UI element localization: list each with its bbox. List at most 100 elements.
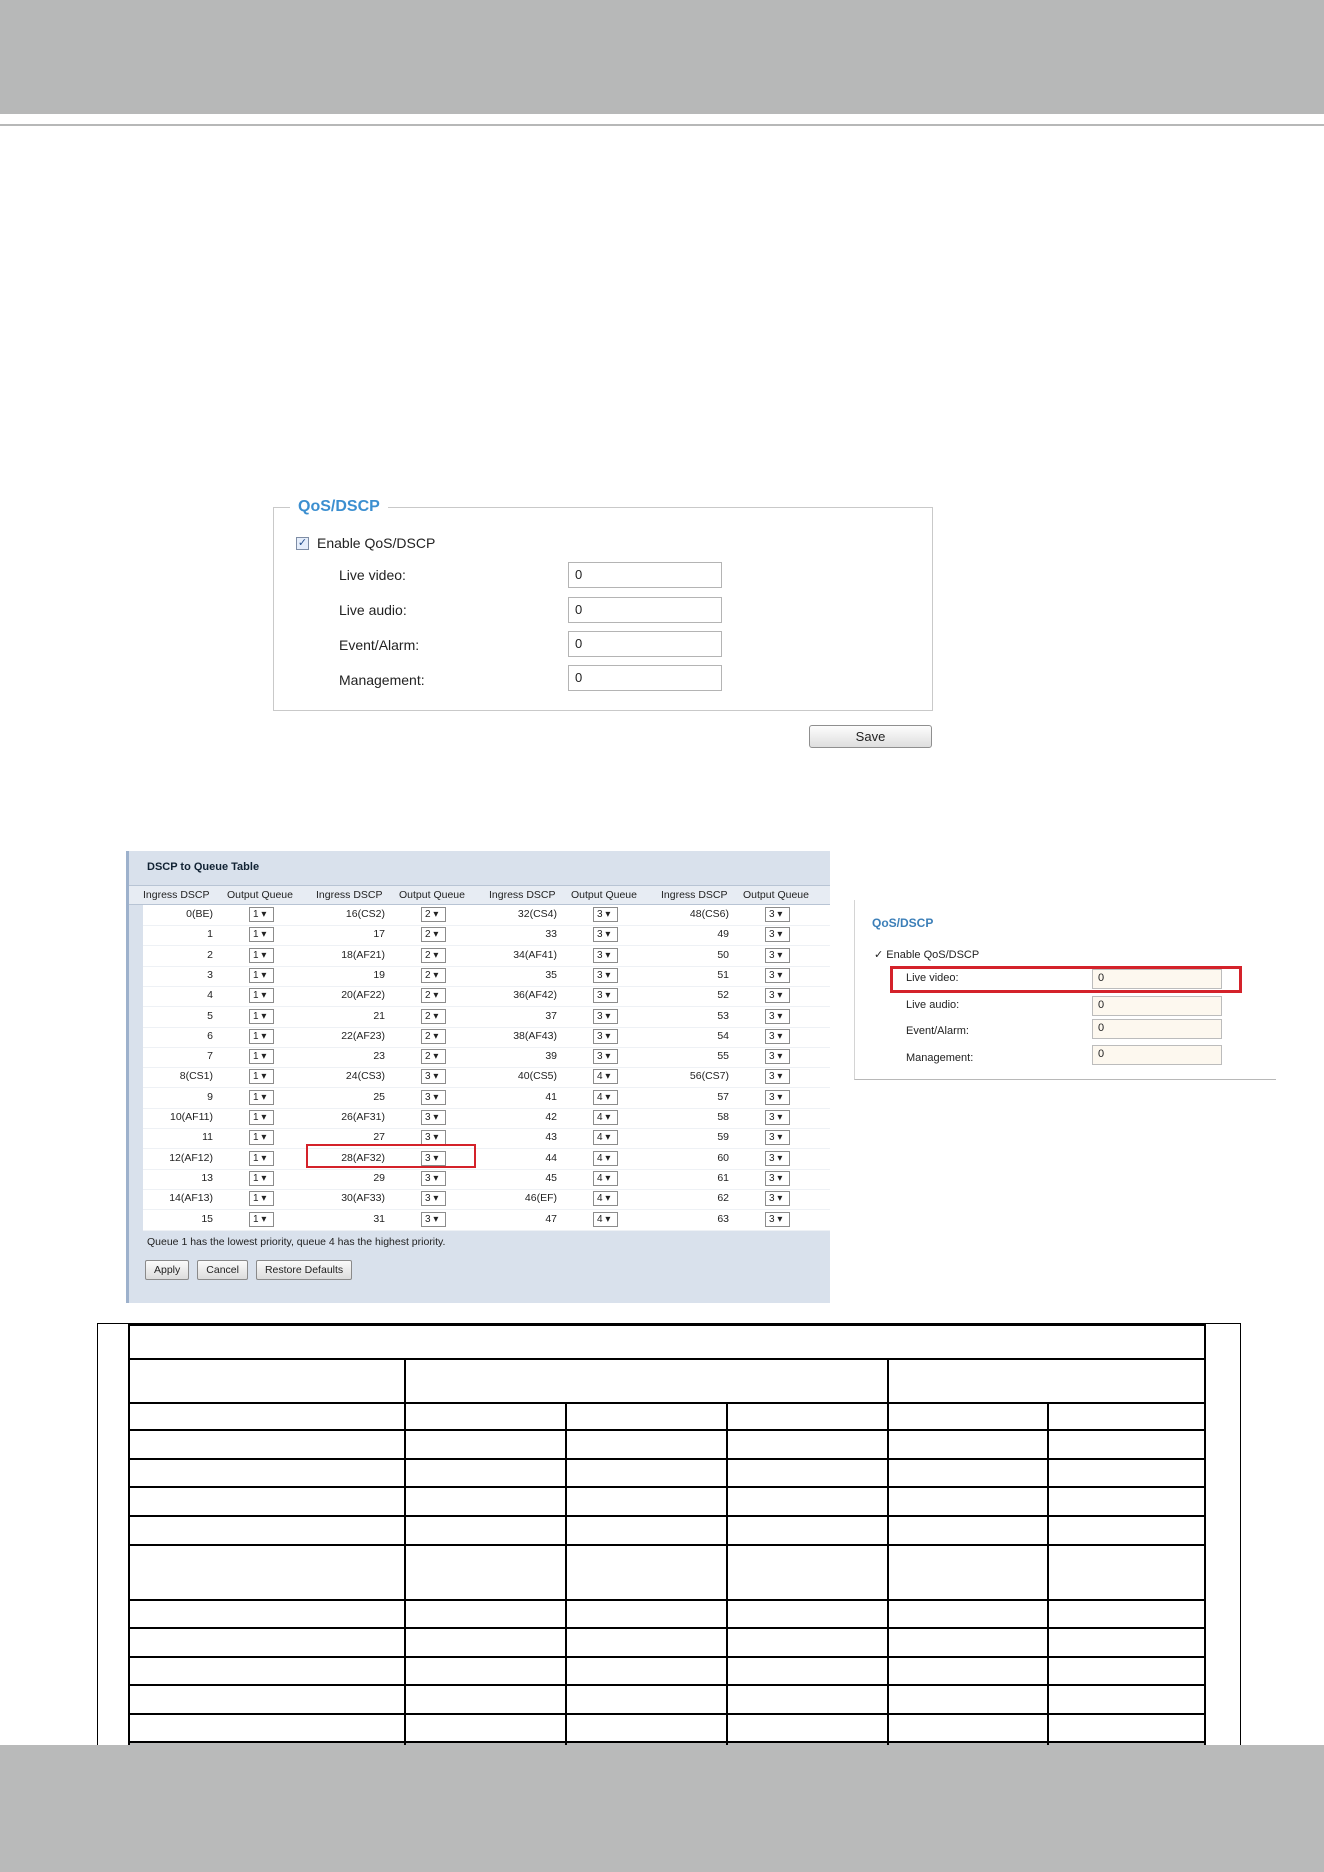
dropdown-arrow-icon: ▾ bbox=[602, 1213, 611, 1225]
event-alarm-input[interactable]: 0 bbox=[568, 631, 722, 657]
output-queue-select[interactable]: 3 ▾ bbox=[421, 1170, 446, 1186]
live-video-input[interactable]: 0 bbox=[568, 562, 722, 588]
output-queue-select[interactable]: 1 ▾ bbox=[249, 1049, 274, 1065]
output-queue-select[interactable]: 2 ▾ bbox=[421, 1008, 446, 1024]
apply-button[interactable]: Apply bbox=[145, 1260, 190, 1280]
output-queue-select[interactable]: 1 ▾ bbox=[249, 1028, 274, 1044]
output-queue-select[interactable]: 4 ▾ bbox=[593, 1069, 618, 1085]
header-output-queue: Output Queue bbox=[571, 889, 637, 901]
output-queue-select[interactable]: 2 ▾ bbox=[421, 1049, 446, 1065]
dscp-row: 8(CS1) 1 ▾ 24(CS3) 3 ▾ 40(CS5) 4 ▾ 56(CS7) 3 ▾ bbox=[143, 1067, 830, 1089]
output-queue-select[interactable]: 3 ▾ bbox=[593, 1028, 618, 1044]
dropdown-arrow-icon: ▾ bbox=[602, 969, 611, 981]
output-queue-select[interactable]: 4 ▾ bbox=[593, 1150, 618, 1166]
event-alarm-input-small[interactable]: 0 bbox=[1092, 1019, 1222, 1039]
output-queue-select[interactable]: 3 ▾ bbox=[593, 907, 618, 922]
output-queue-select[interactable]: 3 ▾ bbox=[593, 967, 618, 983]
output-queue-select[interactable]: 3 ▾ bbox=[765, 1170, 790, 1186]
dropdown-arrow-icon: ▾ bbox=[430, 1172, 439, 1184]
output-queue-select[interactable]: 4 ▾ bbox=[593, 1211, 618, 1227]
output-queue-select[interactable]: 3 ▾ bbox=[421, 1191, 446, 1207]
output-queue-select[interactable]: 1 ▾ bbox=[249, 1069, 274, 1085]
output-queue-select[interactable]: 3 ▾ bbox=[593, 927, 618, 943]
ingress-dscp-cell: 60 bbox=[717, 1151, 729, 1164]
enable-qos-checkbox[interactable]: ✓ bbox=[296, 536, 309, 550]
output-queue-select[interactable]: 3 ▾ bbox=[421, 1211, 446, 1227]
output-queue-select[interactable]: 1 ▾ bbox=[249, 1150, 274, 1166]
output-queue-select[interactable]: 4 ▾ bbox=[593, 1089, 618, 1105]
live-audio-input[interactable]: 0 bbox=[568, 597, 722, 623]
output-queue-select[interactable]: 1 ▾ bbox=[249, 988, 274, 1004]
output-queue-select[interactable]: 2 ▾ bbox=[421, 1028, 446, 1044]
output-queue-select[interactable]: 1 ▾ bbox=[249, 1008, 274, 1024]
output-queue-select[interactable]: 3 ▾ bbox=[765, 967, 790, 983]
output-queue-select[interactable]: 3 ▾ bbox=[765, 1150, 790, 1166]
dropdown-arrow-icon: ▾ bbox=[258, 1152, 267, 1164]
output-queue-select[interactable]: 3 ▾ bbox=[765, 1191, 790, 1207]
output-queue-select[interactable]: 3 ▾ bbox=[765, 927, 790, 943]
output-queue-select[interactable]: 3 ▾ bbox=[765, 907, 790, 922]
cancel-button[interactable]: Cancel bbox=[197, 1260, 248, 1280]
output-queue-select[interactable]: 3 ▾ bbox=[421, 1069, 446, 1085]
output-queue-select[interactable]: 3 ▾ bbox=[593, 1008, 618, 1024]
output-queue-select[interactable]: 3 ▾ bbox=[765, 1211, 790, 1227]
dropdown-arrow-icon: ▾ bbox=[774, 949, 783, 961]
output-queue-select[interactable]: 3 ▾ bbox=[765, 1089, 790, 1105]
output-queue-select[interactable]: 3 ▾ bbox=[593, 988, 618, 1004]
ingress-dscp-cell: 1 bbox=[207, 928, 213, 941]
dropdown-arrow-icon: ▾ bbox=[430, 1132, 439, 1144]
output-queue-select[interactable]: 2 ▾ bbox=[421, 967, 446, 983]
output-queue-select[interactable]: 3 ▾ bbox=[765, 1069, 790, 1085]
output-queue-select[interactable]: 3 ▾ bbox=[765, 1028, 790, 1044]
output-queue-select[interactable]: 3 ▾ bbox=[765, 1110, 790, 1125]
output-queue-select[interactable]: 2 ▾ bbox=[421, 988, 446, 1004]
qos-dscp-title-small: QoS/DSCP bbox=[872, 916, 934, 930]
dscp-row: 0(BE) 1 ▾ 16(CS2) 2 ▾ 32(CS4) 3 ▾ 48(CS6) 3 ▾ bbox=[143, 905, 830, 926]
dropdown-arrow-icon: ▾ bbox=[258, 1010, 267, 1022]
output-queue-select[interactable]: 3 ▾ bbox=[421, 1110, 446, 1125]
output-queue-select[interactable]: 1 ▾ bbox=[249, 967, 274, 983]
ingress-dscp-cell: 26(AF31) bbox=[341, 1111, 385, 1123]
ingress-dscp-cell: 4 bbox=[207, 989, 213, 1002]
table-row bbox=[127, 1599, 1206, 1629]
live-audio-input-small[interactable]: 0 bbox=[1092, 996, 1222, 1016]
output-queue-select[interactable]: 1 ▾ bbox=[249, 1089, 274, 1105]
output-queue-select[interactable]: 1 ▾ bbox=[249, 1211, 274, 1227]
output-queue-select[interactable]: 4 ▾ bbox=[593, 1110, 618, 1125]
dscp-row: 13 1 ▾ 29 3 ▾ 45 4 ▾ 61 3 ▾ bbox=[143, 1169, 830, 1190]
header-output-queue: Output Queue bbox=[743, 889, 809, 901]
dropdown-arrow-icon: ▾ bbox=[774, 1213, 783, 1225]
output-queue-select[interactable]: 1 ▾ bbox=[249, 1191, 274, 1207]
output-queue-select[interactable]: 1 ▾ bbox=[249, 1170, 274, 1186]
enable-qos-small[interactable]: ✓ Enable QoS/DSCP bbox=[874, 948, 979, 961]
output-queue-select[interactable]: 4 ▾ bbox=[593, 1191, 618, 1207]
output-queue-select[interactable]: 2 ▾ bbox=[421, 947, 446, 963]
enable-qos-row[interactable]: ✓ Enable QoS/DSCP bbox=[296, 535, 435, 551]
management-input-small[interactable]: 0 bbox=[1092, 1045, 1222, 1065]
output-queue-select[interactable]: 3 ▾ bbox=[593, 1049, 618, 1065]
ingress-dscp-cell: 39 bbox=[545, 1050, 557, 1063]
output-queue-select[interactable]: 3 ▾ bbox=[765, 947, 790, 963]
output-queue-select[interactable]: 1 ▾ bbox=[249, 1110, 274, 1125]
restore-defaults-button[interactable]: Restore Defaults bbox=[255, 1260, 353, 1280]
output-queue-select[interactable]: 3 ▾ bbox=[765, 1049, 790, 1065]
output-queue-select[interactable]: 2 ▾ bbox=[421, 907, 446, 922]
output-queue-select[interactable]: 1 ▾ bbox=[249, 947, 274, 963]
dropdown-arrow-icon: ▾ bbox=[774, 1071, 783, 1083]
output-queue-select[interactable]: 1 ▾ bbox=[249, 927, 274, 943]
management-input[interactable]: 0 bbox=[568, 665, 722, 691]
output-queue-select[interactable]: 3 ▾ bbox=[765, 1008, 790, 1024]
ingress-dscp-cell: 12(AF12) bbox=[169, 1151, 213, 1164]
output-queue-select[interactable]: 3 ▾ bbox=[765, 1130, 790, 1146]
output-queue-select[interactable]: 3 ▾ bbox=[593, 947, 618, 963]
event-alarm-label-small: Event/Alarm: bbox=[906, 1025, 969, 1037]
output-queue-select[interactable]: 2 ▾ bbox=[421, 927, 446, 943]
output-queue-select[interactable]: 1 ▾ bbox=[249, 907, 274, 922]
output-queue-select[interactable]: 1 ▾ bbox=[249, 1130, 274, 1146]
ingress-dscp-cell: 63 bbox=[717, 1212, 729, 1225]
output-queue-select[interactable]: 3 ▾ bbox=[421, 1089, 446, 1105]
output-queue-select[interactable]: 4 ▾ bbox=[593, 1170, 618, 1186]
output-queue-select[interactable]: 3 ▾ bbox=[765, 988, 790, 1004]
save-button[interactable]: Save bbox=[809, 725, 932, 748]
output-queue-select[interactable]: 4 ▾ bbox=[593, 1130, 618, 1146]
